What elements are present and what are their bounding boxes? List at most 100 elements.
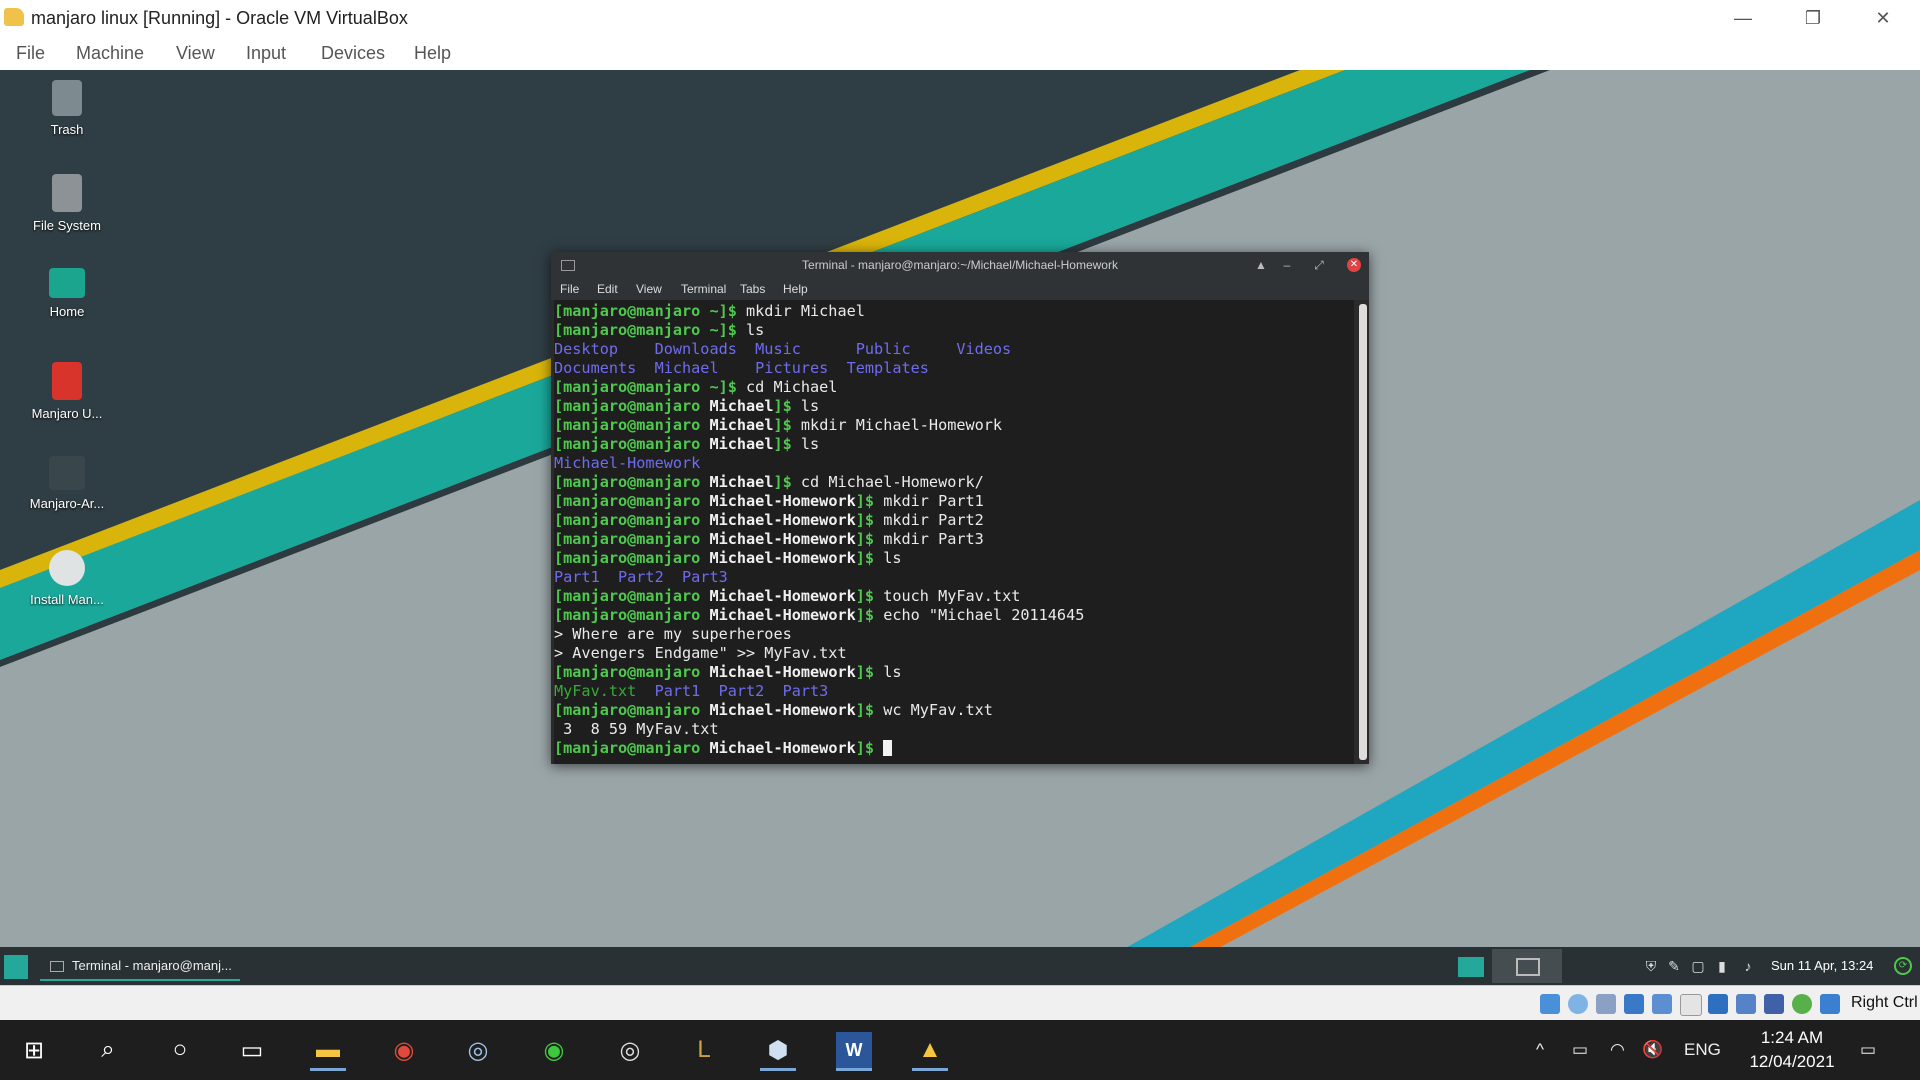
manjaro-menu-icon[interactable]: [4, 955, 28, 979]
terminal-line: [manjaro@manjaro Michael-Homework]$ mkdi…: [554, 511, 984, 529]
cortana-icon[interactable]: ○: [162, 1032, 198, 1068]
terminal-line: [manjaro@manjaro Michael]$ ls: [554, 397, 820, 415]
menu-file[interactable]: File: [16, 43, 45, 64]
terminal-icon: [561, 260, 575, 271]
minimize-button[interactable]: —: [1720, 4, 1766, 32]
word-icon[interactable]: W: [836, 1032, 872, 1071]
shared-folders-icon[interactable]: [1680, 994, 1702, 1016]
terminal-line: [manjaro@manjaro Michael-Homework]$ touc…: [554, 587, 1021, 605]
menu-view[interactable]: View: [176, 43, 215, 64]
wifi-icon[interactable]: ◠: [1610, 1040, 1625, 1060]
terminal-line: 3 8 59 MyFav.txt: [554, 720, 719, 738]
chevron-up-icon[interactable]: ^: [1536, 1040, 1544, 1060]
guest-clock[interactable]: Sun 11 Apr, 13:24: [1771, 958, 1873, 973]
steam-icon[interactable]: ◎: [460, 1032, 496, 1068]
terminal-download-icon: [49, 456, 85, 490]
audio-icon[interactable]: [1596, 994, 1616, 1014]
virtualbox-window-icon[interactable]: ▲: [912, 1032, 948, 1071]
terminal-line: [manjaro@manjaro ~]$ mkdir Michael: [554, 302, 865, 320]
virtualbox-cube-icon[interactable]: ⬢: [760, 1032, 796, 1071]
volume-muted-icon[interactable]: 🔇: [1642, 1040, 1663, 1060]
windows-start-icon[interactable]: ⊞: [16, 1032, 52, 1068]
terminal-titlebar[interactable]: Terminal - manjaro@manjaro:~/Michael/Mic…: [551, 252, 1369, 278]
terminal-menu-view[interactable]: View: [636, 282, 662, 296]
terminal-icon: [50, 961, 64, 972]
workspace-2[interactable]: [1492, 949, 1562, 983]
mouse-integration-icon[interactable]: [1820, 994, 1840, 1014]
guest-additions-icon[interactable]: [1792, 994, 1812, 1014]
terminal-line: MyFav.txt Part1 Part2 Part3: [554, 682, 829, 700]
terminal-line: > Avengers Endgame" >> MyFav.txt: [554, 644, 847, 662]
terminal-line: [manjaro@manjaro Michael-Homework]$ ls: [554, 663, 902, 681]
clipboard-icon[interactable]: ✎: [1666, 957, 1682, 975]
terminal-scrollbar[interactable]: [1359, 304, 1367, 760]
terminal-title: Terminal - manjaro@manjaro:~/Michael/Mic…: [802, 258, 1118, 272]
workspace-1[interactable]: [1458, 957, 1484, 977]
terminal-menu-edit[interactable]: Edit: [597, 282, 618, 296]
terminal-menu-help[interactable]: Help: [783, 282, 808, 296]
terminal-line: [manjaro@manjaro Michael]$ ls: [554, 435, 820, 453]
desktop-icon-trash[interactable]: Trash: [12, 80, 122, 137]
restore-button[interactable]: ❐: [1790, 4, 1836, 32]
battery-icon[interactable]: ▭: [1572, 1040, 1588, 1060]
terminal-menu-terminal[interactable]: Terminal: [681, 282, 726, 296]
pdf-icon: [52, 362, 82, 400]
recording-icon[interactable]: [1736, 994, 1756, 1014]
desktop-icon-home[interactable]: Home: [12, 268, 122, 319]
terminal-line: [manjaro@manjaro Michael-Homework]$ mkdi…: [554, 492, 984, 510]
display-icon[interactable]: ▢: [1690, 957, 1706, 975]
terminal-line: [manjaro@manjaro Michael-Homework]$ wc M…: [554, 701, 993, 719]
terminal-output[interactable]: [manjaro@manjaro ~]$ mkdir Michael [manj…: [554, 300, 1354, 764]
league-of-legends-icon[interactable]: L: [686, 1032, 722, 1068]
network-icon[interactable]: [1624, 994, 1644, 1014]
taskbar-item-terminal[interactable]: Terminal - manjaro@manj...: [40, 951, 240, 981]
terminal-line: Documents Michael Pictures Templates: [554, 359, 929, 377]
desktop-icon-install-manjaro[interactable]: Install Man...: [12, 550, 122, 607]
terminal-line: [manjaro@manjaro Michael]$ mkdir Michael…: [554, 416, 1003, 434]
terminal-close-button[interactable]: ✕: [1347, 258, 1361, 272]
menu-help[interactable]: Help: [414, 43, 451, 64]
search-icon[interactable]: ⌕: [90, 1032, 126, 1068]
terminal-line: Part1 Part2 Part3: [554, 568, 728, 586]
close-button[interactable]: ✕: [1860, 4, 1906, 32]
menu-machine[interactable]: Machine: [76, 43, 144, 64]
vt-x-icon[interactable]: [1764, 994, 1784, 1014]
optical-drive-icon[interactable]: [1568, 994, 1588, 1014]
language-indicator[interactable]: ENG: [1684, 1040, 1721, 1060]
terminal-menu-tabs[interactable]: Tabs: [740, 282, 765, 296]
terminal-shade-button[interactable]: ▲: [1249, 252, 1273, 278]
desktop-icon-file-system[interactable]: File System: [12, 174, 122, 233]
terminal-line: [manjaro@manjaro Michael-Homework]$ echo…: [554, 606, 1085, 624]
battery-icon[interactable]: ▮: [1714, 957, 1730, 975]
terminal-cursor: [883, 740, 893, 756]
terminal-maximize-button[interactable]: ⤢: [1307, 252, 1331, 278]
file-explorer-icon[interactable]: ▬: [310, 1032, 346, 1071]
menu-devices[interactable]: Devices: [321, 43, 385, 64]
terminal-line: [manjaro@manjaro Michael]$ cd Michael-Ho…: [554, 473, 984, 491]
chrome-icon[interactable]: ◉: [386, 1032, 422, 1068]
spiral-app-icon[interactable]: ◎: [612, 1032, 648, 1068]
guest-desktop: Trash File System Home Manjaro U... Manj…: [0, 70, 1920, 985]
razer-icon[interactable]: ◉: [536, 1032, 572, 1068]
task-view-icon[interactable]: ▭: [234, 1032, 270, 1068]
update-icon[interactable]: ⟳: [1894, 957, 1912, 975]
drive-icon: [52, 174, 82, 212]
terminal-line: Michael-Homework: [554, 454, 701, 472]
terminal-menu-file[interactable]: File: [560, 282, 579, 296]
shield-icon[interactable]: ⛨: [1643, 957, 1659, 975]
terminal-line: [manjaro@manjaro Michael-Homework]$ mkdi…: [554, 530, 984, 548]
desktop-icon-manjaro-user-guide[interactable]: Manjaro U...: [12, 362, 122, 421]
hard-disk-icon[interactable]: [1540, 994, 1560, 1014]
menu-input[interactable]: Input: [246, 43, 286, 64]
terminal-window[interactable]: Terminal - manjaro@manjaro:~/Michael/Mic…: [551, 252, 1369, 764]
notifications-icon[interactable]: ▭: [1860, 1040, 1876, 1060]
desktop-icon-manjaro-architect[interactable]: Manjaro-Ar...: [12, 456, 122, 511]
window-title: manjaro linux [Running] - Oracle VM Virt…: [31, 8, 408, 28]
display-icon[interactable]: [1708, 994, 1728, 1014]
terminal-line: [manjaro@manjaro ~]$ ls: [554, 321, 765, 339]
taskbar-clock[interactable]: 1:24 AM 12/04/2021: [1737, 1026, 1847, 1074]
usb-icon[interactable]: [1652, 994, 1672, 1014]
terminal-minimize-button[interactable]: –: [1275, 252, 1299, 278]
volume-icon[interactable]: ♪: [1740, 957, 1756, 975]
vbox-menubar: File Machine View Input Devices Help: [0, 36, 1920, 70]
